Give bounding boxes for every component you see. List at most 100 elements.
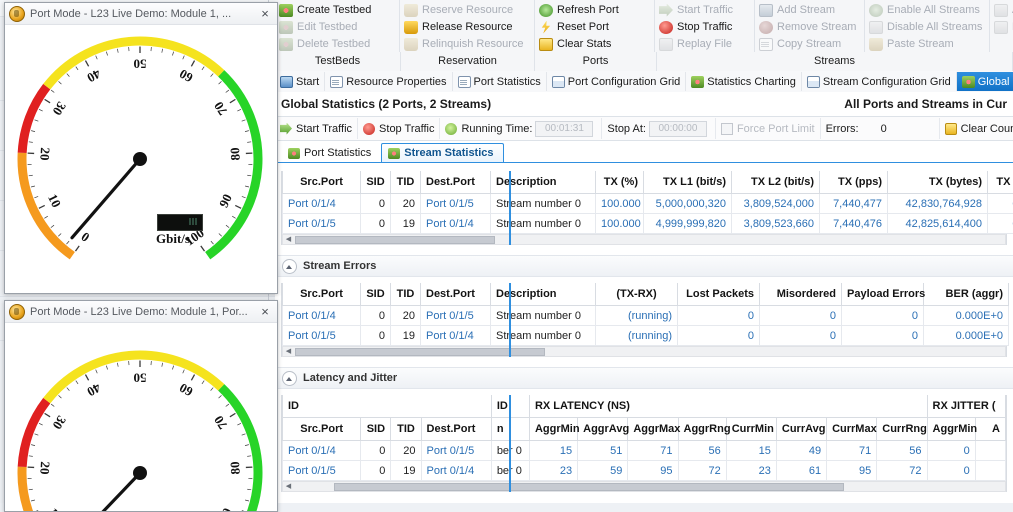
column-header[interactable]: CurrAvg — [776, 418, 826, 441]
gauge-minor-tick — [117, 49, 118, 53]
table-row[interactable]: Port 0/1/5019Port 0/1/4Stream number 010… — [283, 214, 1013, 234]
column-header[interactable]: CurrMax — [827, 418, 877, 441]
column-header[interactable]: TX (packet — [988, 171, 1013, 194]
close-icon[interactable]: × — [257, 305, 273, 319]
column-header[interactable]: Misordered — [760, 283, 842, 306]
column-header[interactable]: TX L2 (bit/s) — [732, 171, 820, 194]
column-header[interactable]: Dest.Port — [421, 283, 491, 306]
view-item-port-statistics[interactable]: Port Statistics — [453, 72, 547, 91]
column-header[interactable]: TID — [391, 418, 421, 441]
tab-stream-statistics[interactable]: Stream Statistics — [381, 143, 503, 162]
column-header[interactable]: Lost Packets — [678, 283, 760, 306]
column-header[interactable]: AggrRng — [678, 418, 726, 441]
scroll-thumb[interactable] — [295, 348, 545, 356]
ribbon-item-refresh-port[interactable]: Refresh Port — [539, 2, 650, 18]
column-header[interactable]: Dest.Port — [421, 418, 491, 441]
column-splitter[interactable] — [509, 395, 511, 492]
column-header[interactable]: Description — [491, 171, 596, 194]
ribbon-group-tab-reservation[interactable]: Reservation — [401, 52, 535, 71]
collapse-icon[interactable] — [282, 371, 297, 386]
gauge-minor-tick — [31, 131, 35, 132]
scroll-left-arrow[interactable]: ◀ — [283, 347, 294, 356]
ribbon-group-tab-testbeds[interactable]: TestBeds — [275, 52, 401, 71]
column-header[interactable]: AggrAvg — [578, 418, 628, 441]
column-header[interactable]: Payload Errors — [842, 283, 924, 306]
table-row[interactable]: Port 0/1/4020Port 0/1/5Stream number 010… — [283, 194, 1013, 214]
column-header[interactable]: SID — [361, 171, 391, 194]
window-title-bar[interactable]: Port Mode - L23 Live Demo: Module 1, Por… — [5, 301, 277, 323]
ribbon-item-reset-port[interactable]: Reset Port — [539, 19, 650, 35]
table-row[interactable]: Port 0/1/4020Port 0/1/5Stream number 0(r… — [283, 306, 1009, 326]
ribbon-item-release-resource[interactable]: Release Resource — [404, 19, 530, 35]
collapse-icon[interactable] — [282, 259, 297, 274]
column-header[interactable]: CurrMin — [726, 418, 776, 441]
scroll-thumb[interactable] — [334, 483, 844, 491]
table-cell: Stream number 0 — [491, 214, 596, 234]
column-splitter[interactable] — [509, 283, 511, 357]
view-item-statistics-charting[interactable]: Statistics Charting — [686, 72, 802, 91]
view-item-port-configuration-grid[interactable]: Port Configuration Grid — [547, 72, 687, 91]
column-header[interactable]: TID — [391, 283, 421, 306]
stop-at-group[interactable]: Stop At: 00:00:00 — [602, 118, 716, 139]
column-header[interactable]: A — [975, 418, 1005, 441]
stream-errors-header[interactable]: Stream Errors — [275, 255, 1013, 277]
column-header[interactable]: AggrMin — [529, 418, 577, 441]
scroll-left-arrow[interactable]: ◀ — [283, 482, 294, 491]
column-header[interactable]: SID — [361, 283, 391, 306]
gauge-minor-tick — [242, 196, 246, 197]
gauge-minor-tick — [242, 510, 246, 511]
column-header[interactable]: TX (bytes) — [888, 171, 988, 194]
force-port-limit-checkbox[interactable]: Force Port Limit — [716, 118, 821, 139]
table-row[interactable]: Port 0/1/5019Port 0/1/4Stream number 0(r… — [283, 326, 1009, 346]
view-item-resource-properties[interactable]: Resource Properties — [325, 72, 452, 91]
column-header[interactable]: CurrRng — [877, 418, 927, 441]
ribbon-item-create-testbed[interactable]: Create Testbed — [279, 2, 395, 18]
column-header[interactable]: TX (%) — [596, 171, 644, 194]
ribbon-item-clear-stats[interactable]: Clear Stats — [539, 36, 650, 52]
stream-errors-hscrollbar[interactable]: ◀ — [282, 346, 1006, 357]
port-mode-gauge-window-2[interactable]: Port Mode - L23 Live Demo: Module 1, Por… — [4, 300, 278, 512]
view-item-global-statistics[interactable]: Global Statistics — [957, 72, 1013, 91]
latency-jitter-hscrollbar[interactable]: ◀ — [282, 481, 1006, 492]
ribbon-group-streamsenable: Enable All StreamsDisable All StreamsPas… — [865, 0, 990, 52]
close-icon[interactable]: × — [257, 7, 273, 21]
ribbon-item-stop-traffic[interactable]: Stop Traffic — [659, 19, 750, 35]
column-header[interactable]: Description — [491, 283, 596, 306]
port-mode-gauge-window-1[interactable]: Port Mode - L23 Live Demo: Module 1, ...… — [4, 2, 278, 294]
column-header[interactable]: TX (pps) — [820, 171, 888, 194]
clear-counters-button[interactable]: Clear Counters — [940, 118, 1013, 139]
start-traffic-button[interactable]: Start Traffic — [275, 118, 358, 139]
scroll-thumb[interactable] — [295, 236, 495, 244]
column-header[interactable]: (TX-RX) — [596, 283, 678, 306]
column-header[interactable]: SID — [361, 418, 391, 441]
column-splitter[interactable] — [509, 171, 511, 245]
column-header[interactable]: AggrMax — [628, 418, 678, 441]
ribbon-group-tab-ports[interactable]: Ports — [535, 52, 657, 71]
stream-statistics-hscrollbar[interactable]: ◀ — [282, 234, 1006, 245]
view-item-start[interactable]: Start — [275, 72, 325, 91]
latency-jitter-header[interactable]: Latency and Jitter — [275, 367, 1013, 389]
window-title-bar[interactable]: Port Mode - L23 Live Demo: Module 1, ...… — [5, 3, 277, 25]
column-header[interactable]: Src.Port — [283, 171, 361, 194]
ribbon-group-tab-streams[interactable]: Streams — [657, 52, 1013, 71]
tab-port-statistics[interactable]: Port Statistics — [281, 143, 381, 162]
scroll-left-arrow[interactable]: ◀ — [283, 235, 294, 244]
view-item-stream-configuration-grid[interactable]: Stream Configuration Grid — [802, 72, 957, 91]
column-header[interactable]: TX L1 (bit/s) — [644, 171, 732, 194]
stream-statistics-grid[interactable]: Src.PortSIDTIDDest.PortDescriptionTX (%)… — [281, 171, 1007, 245]
column-header[interactable]: AggrMin — [927, 418, 975, 441]
column-header[interactable]: Src.Port — [283, 418, 361, 441]
column-header[interactable]: TID — [391, 171, 421, 194]
stop-at-input[interactable]: 00:00:00 — [649, 121, 707, 137]
stream-errors-grid[interactable]: Src.PortSIDTIDDest.PortDescription(TX-RX… — [281, 283, 1007, 357]
table-row[interactable]: Port 0/1/5019Port 0/1/4ber 0235995722361… — [283, 461, 1006, 481]
errors-label: Errors: — [826, 123, 859, 135]
column-header[interactable]: Dest.Port — [421, 171, 491, 194]
latency-jitter-grid[interactable]: IDIDRX LATENCY (NS)RX JITTER (Src.PortSI… — [281, 395, 1007, 492]
ribbon-item-reserve-resource: Reserve Resource — [404, 2, 530, 18]
stop-traffic-button[interactable]: Stop Traffic — [358, 118, 440, 139]
column-header[interactable]: Src.Port — [283, 283, 361, 306]
table-cell: Port 0/1/4 — [283, 306, 361, 326]
column-header[interactable]: BER (aggr) — [924, 283, 1009, 306]
table-row[interactable]: Port 0/1/4020Port 0/1/5ber 0155171561549… — [283, 441, 1006, 461]
